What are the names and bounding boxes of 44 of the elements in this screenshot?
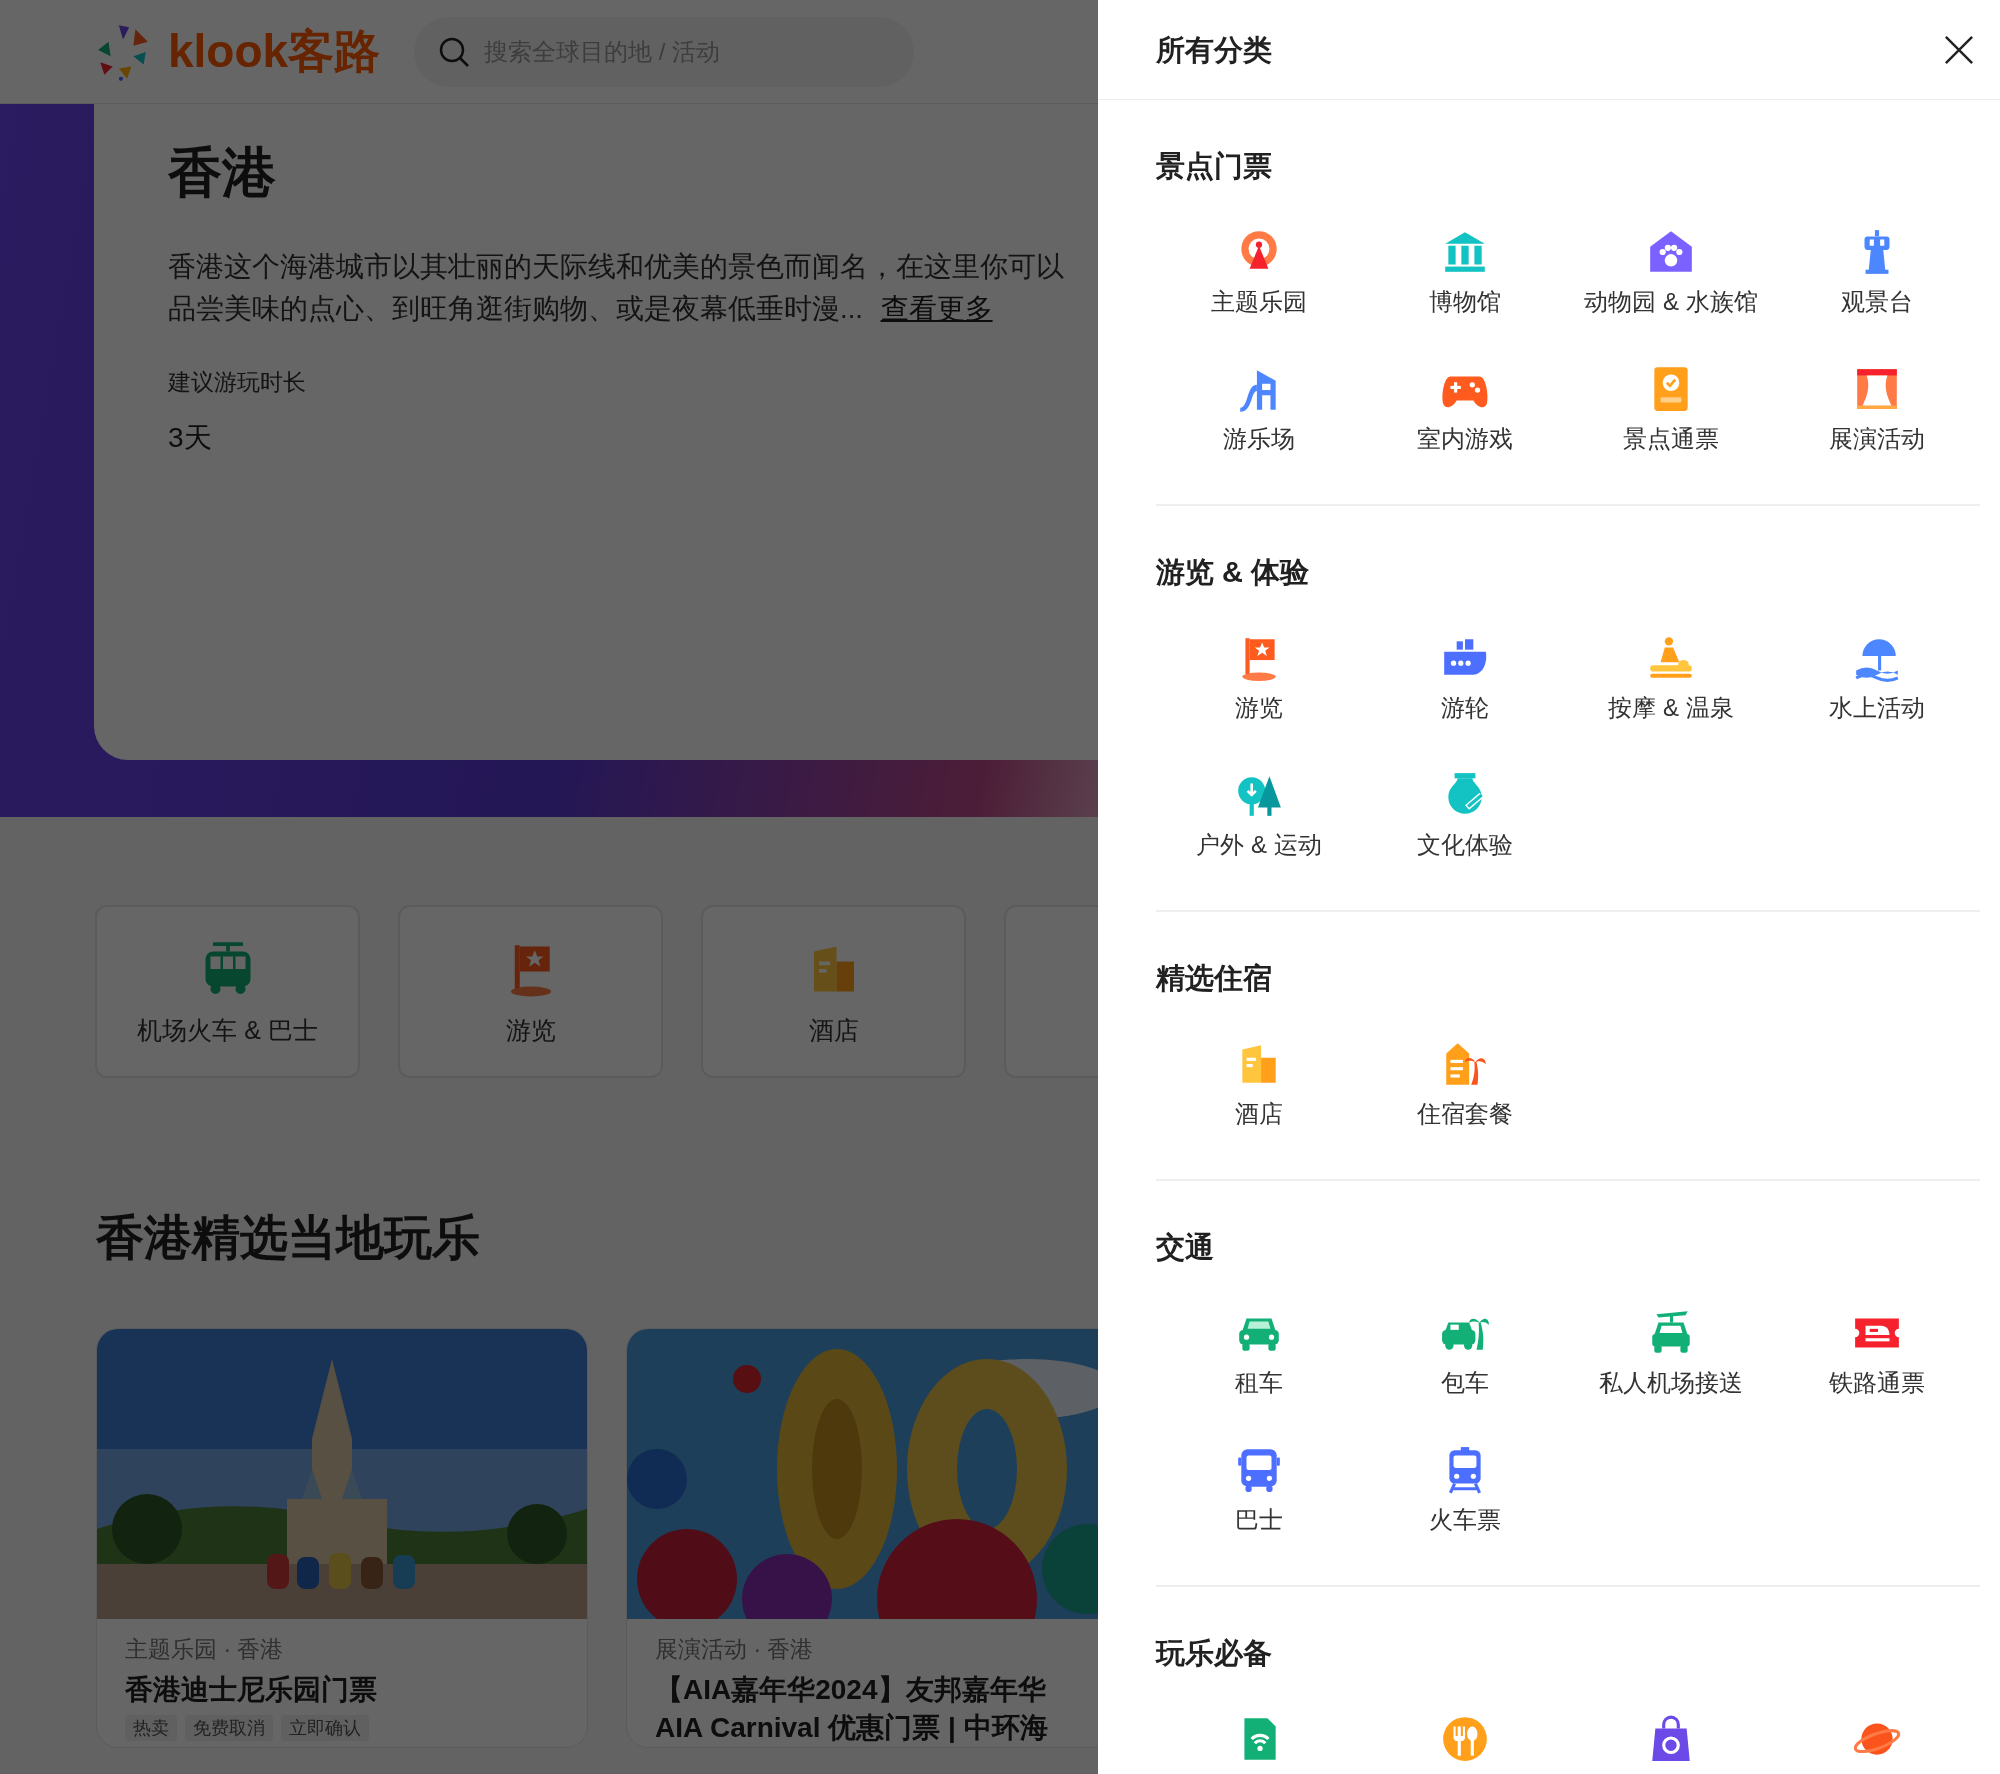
category-item[interactable]: 景点通票	[1568, 363, 1774, 456]
category-item[interactable]: 博物馆	[1362, 226, 1568, 319]
panel-title: 所有分类	[1156, 32, 1272, 68]
close-icon[interactable]	[1944, 34, 1974, 65]
section-title: 交通	[1156, 1230, 1215, 1265]
category-label: 游览	[505, 1015, 556, 1046]
tag-chip: 免费取消	[185, 1715, 273, 1741]
activity-title: 【AIA嘉年华2024】友邦嘉年华AIA Carnival 优惠门票 | 中环海	[655, 1673, 1049, 1745]
destination-description: 香港这个海港城市以其壮丽的天际线和优美的景色而闻名，在这里你可以品尝美味的点心、到旺角逛街购物、或是夜幕低垂时漫... 查看更多	[168, 250, 1065, 326]
section-title: 游览 & 体验	[1156, 555, 1311, 590]
section-title: 精选住宿	[1156, 961, 1273, 996]
category-item[interactable]: 按摩 & 温泉	[1568, 632, 1774, 725]
category-item[interactable]: 展演活动	[1774, 363, 1980, 456]
category-item[interactable]: 火车票	[1362, 1444, 1568, 1537]
section-title: 香港精选当地玩乐	[95, 1210, 481, 1266]
category-label: 酒店	[808, 1015, 859, 1046]
fork-spoon-icon	[1440, 1714, 1490, 1764]
category-item[interactable]: 文化体验	[1362, 769, 1568, 862]
backdrop-overlay[interactable]	[0, 0, 1098, 1774]
category-item[interactable]: 巴士	[1156, 1444, 1362, 1537]
category-item[interactable]: 私人机场接送	[1568, 1307, 1774, 1400]
category-item[interactable]: 户外 & 运动	[1156, 769, 1362, 862]
category-item[interactable]: 室内游戏	[1362, 363, 1568, 456]
duration-value: 3天	[168, 421, 213, 455]
category-item[interactable]: 酒店	[1156, 1038, 1362, 1131]
section-title: 玩乐必备	[1156, 1636, 1273, 1671]
category-item[interactable]: 游览	[1156, 632, 1362, 725]
category-item[interactable]: 住宿套餐	[1362, 1038, 1568, 1131]
destination-title: 香港	[168, 141, 277, 204]
category-item[interactable]: 铁路通票	[1774, 1307, 1980, 1400]
category-item[interactable]: 包车	[1362, 1307, 1568, 1400]
category-item[interactable]: 主题乐园	[1156, 226, 1362, 319]
category-item[interactable]: 观景台	[1774, 226, 1980, 319]
category-item[interactable]: 动物园 & 水族馆	[1568, 226, 1774, 319]
category-label: 机场火车 & 巴士	[137, 1015, 318, 1046]
category-item[interactable]: 游轮	[1362, 632, 1568, 725]
tag-chip: 热卖	[125, 1715, 177, 1741]
tag-chip: 立即确认	[281, 1715, 369, 1741]
section-title: 景点门票	[1156, 149, 1273, 184]
category-item[interactable]: 游乐场	[1156, 363, 1362, 456]
duration-label: 建议游玩时长	[168, 368, 307, 397]
category-item[interactable]: 租车	[1156, 1307, 1362, 1400]
activity-title: 香港迪士尼乐园门票	[125, 1673, 378, 1707]
category-item[interactable]: 水上活动	[1774, 632, 1980, 725]
